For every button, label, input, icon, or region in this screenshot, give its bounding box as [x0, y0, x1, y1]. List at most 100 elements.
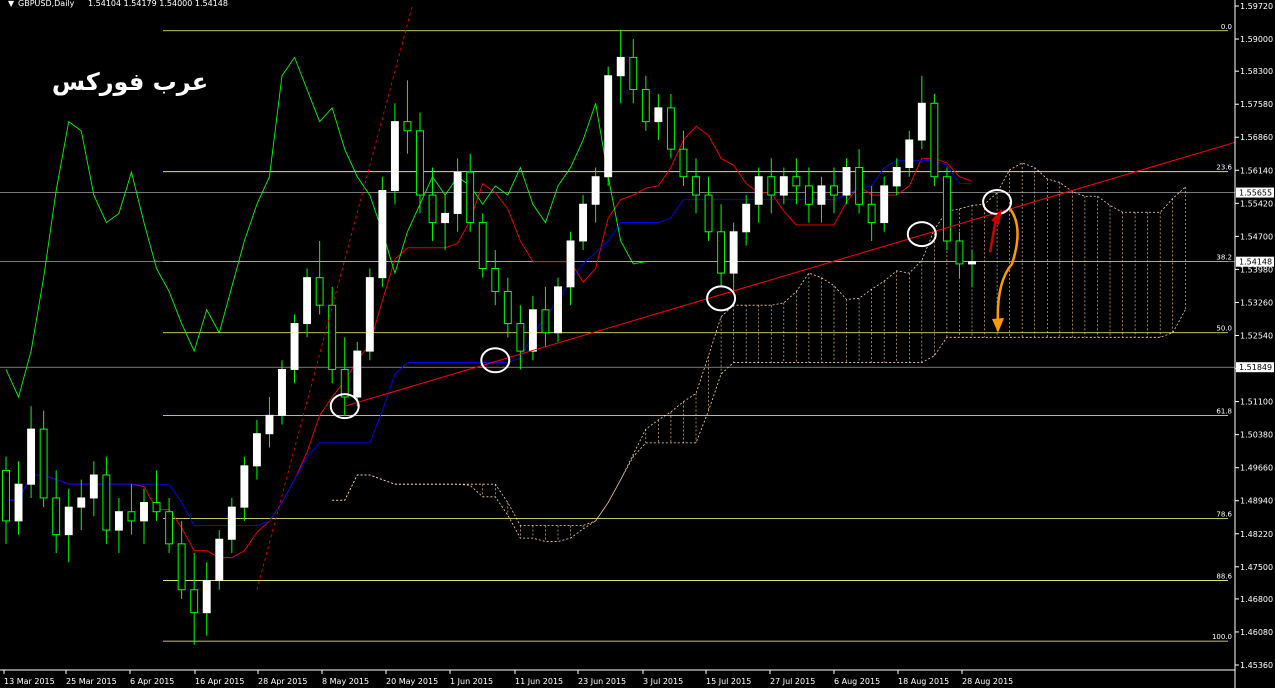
- chart-svg: 0.0 23.6 38.2 50.0 61.8 78.6 88.6 100.0 1.59720…: [0, 0, 1275, 688]
- candle-body: [478, 222, 487, 269]
- candle-body: [227, 506, 236, 540]
- candle-body: [466, 171, 475, 224]
- candle-body: [278, 368, 286, 416]
- x-tick-label: 8 May 2015: [322, 677, 369, 686]
- candle-body: [353, 350, 362, 398]
- candle-body: [528, 309, 537, 352]
- price-label-text: 1.51849: [1239, 363, 1272, 372]
- candle-body: [2, 469, 10, 522]
- fib-label: 78.6: [1216, 511, 1232, 519]
- x-tick-label: 25 Mar 2015: [66, 677, 117, 686]
- candle-body: [252, 433, 261, 467]
- candle-body: [604, 75, 613, 178]
- fib-label: 50.0: [1216, 325, 1232, 333]
- candle-body: [64, 506, 73, 536]
- candle-body: [566, 240, 575, 288]
- y-tick-label: 1.56860: [1240, 133, 1273, 142]
- candle-body: [416, 130, 424, 196]
- candle-body: [955, 240, 964, 265]
- fib-label: 61.8: [1216, 407, 1232, 415]
- candle-body: [717, 231, 726, 274]
- x-tick-label: 6 Apr 2015: [130, 677, 174, 686]
- candle-body: [804, 185, 813, 205]
- chart-root: 0.0 23.6 38.2 50.0 61.8 78.6 88.6 100.0 1.59720…: [0, 0, 1275, 688]
- header-ohlc: 1.54104 1.54179 1.54000 1.54148: [88, 0, 228, 8]
- y-tick-label: 1.53980: [1240, 265, 1273, 274]
- x-tick-label: 3 Jul 2015: [643, 677, 683, 686]
- candle-body: [867, 203, 876, 224]
- fib-label: 88.6: [1216, 573, 1232, 581]
- y-tick-label: 1.53260: [1240, 298, 1273, 307]
- x-tick-label: 18 Aug 2015: [898, 677, 949, 686]
- candle-body: [202, 580, 211, 614]
- candle-body: [52, 497, 61, 536]
- candle-body: [290, 323, 299, 370]
- candle-body: [265, 414, 274, 435]
- candle-body: [704, 194, 713, 233]
- candle-body: [842, 167, 851, 196]
- candle-body: [742, 203, 751, 233]
- y-tick-label: 1.45360: [1240, 661, 1273, 670]
- y-tick-label: 1.59720: [1240, 2, 1273, 11]
- candle-body: [77, 497, 86, 508]
- candle-body: [880, 185, 889, 224]
- fib-label: 38.2: [1216, 254, 1232, 262]
- candle-body: [177, 543, 186, 591]
- candle-body: [165, 511, 174, 545]
- candle-body: [190, 589, 199, 614]
- candle-body: [127, 511, 136, 522]
- x-tick-label: 28 Apr 2015: [258, 677, 307, 686]
- candle-body: [340, 368, 349, 398]
- x-tick-label: 6 Aug 2015: [834, 677, 880, 686]
- fib-label: 23.6: [1216, 164, 1232, 172]
- candle-body: [102, 474, 111, 531]
- y-tick-label: 1.49660: [1240, 464, 1273, 473]
- price-label-text: 1.54148: [1239, 258, 1272, 267]
- candle-body: [830, 185, 838, 196]
- header-triangle-icon: ▼: [8, 0, 15, 8]
- candle-body: [215, 538, 224, 582]
- candle-body: [666, 107, 675, 150]
- x-tick-label: 16 Apr 2015: [195, 677, 244, 686]
- y-tick-label: 1.46800: [1240, 595, 1273, 604]
- y-tick-label: 1.58300: [1240, 67, 1273, 76]
- y-tick-label: 1.47500: [1240, 563, 1273, 572]
- y-tick-label: 1.54700: [1240, 232, 1273, 241]
- candle-body: [679, 148, 688, 178]
- y-tick-label: 1.50380: [1240, 431, 1273, 440]
- candle-body: [692, 176, 700, 196]
- y-tick-label: 1.48220: [1240, 530, 1273, 539]
- candle-body: [14, 483, 23, 522]
- candle-body: [905, 139, 914, 169]
- candle-body: [89, 474, 98, 499]
- candle-body: [491, 267, 500, 292]
- candle-body: [390, 121, 399, 191]
- y-tick-label: 1.59000: [1240, 35, 1273, 44]
- candle-body: [892, 167, 901, 187]
- x-tick-label: 20 May 2015: [386, 677, 438, 686]
- x-tick-label: 13 Mar 2015: [4, 677, 55, 686]
- candle-body: [378, 189, 387, 279]
- candle-body: [942, 176, 951, 242]
- logo-text: عرب فوركس: [52, 68, 208, 96]
- candle-body: [303, 277, 312, 325]
- candle-body: [817, 185, 826, 205]
- candle-body: [767, 176, 776, 196]
- fib-label: 100.0: [1212, 633, 1232, 641]
- candle-body: [140, 502, 148, 522]
- candle-body: [616, 56, 625, 77]
- candle-body: [441, 212, 450, 224]
- y-tick-label: 1.52540: [1240, 332, 1273, 341]
- candle-body: [968, 261, 976, 265]
- candle-body: [654, 107, 663, 123]
- candle-body: [152, 502, 161, 513]
- x-tick-label: 1 Jun 2015: [450, 677, 493, 686]
- x-tick-label: 15 Jul 2015: [706, 677, 751, 686]
- fib-label: 0.0: [1221, 23, 1232, 31]
- candle-body: [114, 511, 123, 531]
- candle-body: [754, 176, 763, 205]
- candle-body: [39, 428, 48, 499]
- candle-body: [579, 203, 588, 242]
- candle-body: [554, 286, 562, 334]
- header-symbol: GBPUSD,Daily: [18, 0, 75, 8]
